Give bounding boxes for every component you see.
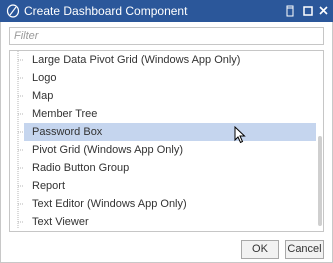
restore-icon[interactable] <box>282 3 298 19</box>
tree-item[interactable]: Text Editor (Windows App Only) <box>24 195 316 213</box>
close-icon[interactable] <box>316 3 332 19</box>
tree-item[interactable]: Pivot Grid (Windows App Only) <box>24 141 316 159</box>
component-tree[interactable]: Large Data Pivot Grid (Windows App Only)… <box>9 50 324 232</box>
tree-item[interactable]: Logo <box>24 69 316 87</box>
filter-input[interactable] <box>9 27 324 45</box>
cancel-button[interactable]: Cancel <box>285 240 324 259</box>
tree-item[interactable]: Text Viewer <box>24 213 316 231</box>
title-bar: Create Dashboard Component <box>0 0 333 22</box>
tree-item-selected[interactable]: Password Box <box>24 123 316 141</box>
window-title: Create Dashboard Component <box>24 4 188 18</box>
tree-item[interactable]: Member Tree <box>24 105 316 123</box>
tree-item[interactable]: Large Data Pivot Grid (Windows App Only) <box>24 51 316 69</box>
scrollbar-thumb[interactable] <box>318 136 322 226</box>
tree-item[interactable]: Radio Button Group <box>24 159 316 177</box>
ok-button[interactable]: OK <box>241 240 279 259</box>
dashboard-component-icon <box>6 4 20 18</box>
tree-item[interactable]: Report <box>24 177 316 195</box>
tree-item[interactable]: Map <box>24 87 316 105</box>
vertical-scrollbar[interactable] <box>316 51 323 231</box>
maximize-icon[interactable] <box>300 3 316 19</box>
